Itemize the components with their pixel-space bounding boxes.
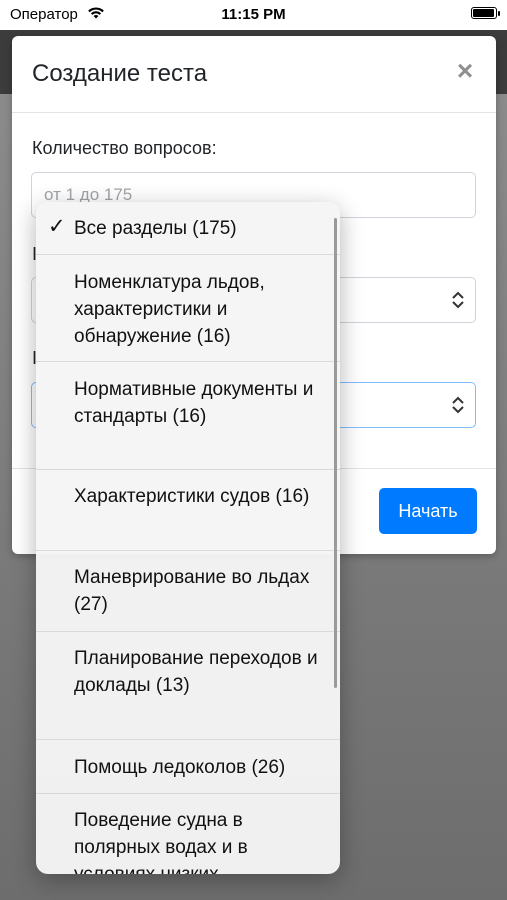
dropdown-item-label: Маневрирование во льдах (27) [74,567,310,615]
chevron-up-down-icon [452,396,464,414]
dropdown-item-label: Планирование переходов и доклады (13) [74,648,318,696]
dropdown-item-label: Нормативные документы и стандарты (16) [74,379,314,427]
modal-header: Создание теста × [12,36,496,113]
dropdown-scrollbar[interactable] [334,218,337,688]
dropdown-item[interactable]: Номенклатура льдов, характеристики и обн… [36,255,340,362]
dropdown-item-all-sections[interactable]: ✓ Все разделы (175) [36,202,340,255]
battery-icon [471,7,500,19]
clock: 11:15 PM [221,6,286,23]
questions-count-label: Количество вопросов: [32,138,217,158]
dropdown-item[interactable]: Планирование переходов и доклады (13) [36,632,340,740]
dropdown-item[interactable]: Маневрирование во льдах (27) [36,551,340,632]
start-button[interactable]: Начать [379,488,477,534]
dropdown-item[interactable]: Нормативные документы и стандарты (16) [36,362,340,470]
dropdown-item[interactable]: Характеристики судов (16) [36,470,340,551]
dropdown-item-label: Помощь ледоколов (26) [74,757,286,778]
section-dropdown-menu: ✓ Все разделы (175) Номенклатура льдов, … [36,202,340,874]
dropdown-item[interactable]: Помощь ледоколов (26) [36,740,340,794]
dropdown-item-label: Номенклатура льдов, характеристики и обн… [74,272,265,347]
dropdown-item[interactable]: Поведение судна в полярных водах и в усл… [36,794,340,874]
chevron-up-down-icon [452,291,464,309]
modal-title: Создание теста [32,60,208,87]
battery-fill [473,9,494,17]
dropdown-item-label: Поведение судна в полярных водах и в усл… [74,810,248,874]
dropdown-item-label: Характеристики судов (16) [74,486,310,507]
status-bar: Оператор 11:15 PM [0,0,507,30]
close-icon[interactable]: × [450,56,480,86]
dropdown-item-label: Все разделы (175) [74,218,237,239]
checkmark-icon: ✓ [48,215,66,238]
